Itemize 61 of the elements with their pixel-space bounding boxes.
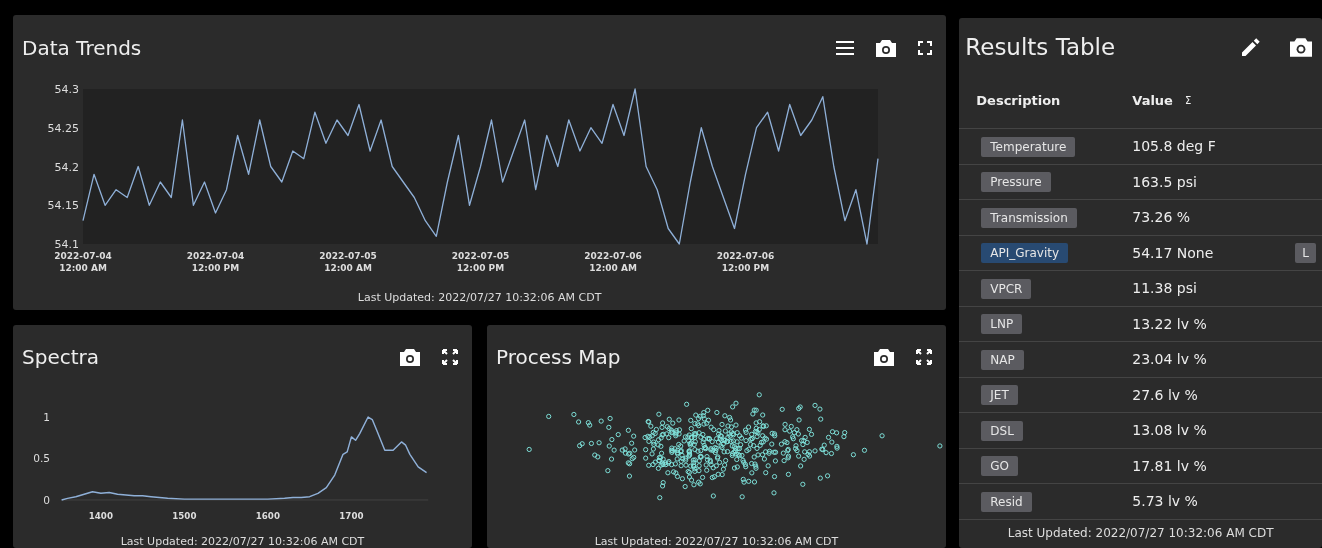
menu-icon[interactable] bbox=[836, 41, 855, 55]
x-tick-label: 2022-07-06 12:00 AM bbox=[584, 251, 642, 273]
description-tag[interactable]: GO bbox=[981, 456, 1019, 477]
panel-title: Data Trends bbox=[22, 36, 142, 60]
y-tick-label: 1 bbox=[43, 410, 51, 424]
y-tick-label: 0.5 bbox=[33, 452, 51, 466]
column-header[interactable]: Value bbox=[1132, 92, 1173, 108]
value-cell: 17.81 lv % bbox=[1132, 457, 1207, 474]
description-tag[interactable]: Pressure bbox=[981, 172, 1051, 193]
y-tick-label: 54.3 bbox=[54, 83, 79, 96]
y-tick-label: 54.15 bbox=[47, 199, 79, 213]
x-tick-label: 2022-07-05 12:00 AM bbox=[319, 251, 377, 273]
value-cell: 13.08 lv % bbox=[1132, 422, 1207, 439]
last-updated-text: Last Updated: 2022/07/27 10:32:06 AM CDT bbox=[593, 535, 840, 548]
last-updated-text: Last Updated: 2022/07/27 10:32:06 AM CDT bbox=[356, 291, 603, 304]
description-tag[interactable]: JET bbox=[981, 385, 1018, 406]
camera-icon[interactable] bbox=[400, 348, 420, 366]
sum-symbol[interactable]: Σ bbox=[1184, 94, 1192, 106]
value-cell: 13.22 lv % bbox=[1132, 315, 1207, 332]
value-cell: 105.8 deg F bbox=[1132, 138, 1216, 155]
description-tag[interactable]: DSL bbox=[981, 420, 1023, 441]
panel-title: Spectra bbox=[22, 345, 99, 370]
description-tag[interactable]: LNP bbox=[981, 314, 1023, 335]
description-tag[interactable]: NAP bbox=[981, 349, 1024, 370]
description-tag[interactable]: Resid bbox=[981, 491, 1032, 512]
limit-button[interactable]: L bbox=[1295, 242, 1316, 263]
fullscreen-icon[interactable] bbox=[918, 41, 933, 55]
x-tick-label: 2022-07-04 12:00 AM bbox=[54, 251, 112, 273]
y-tick-label: 54.25 bbox=[47, 121, 79, 135]
x-tick-label: 2022-07-05 12:00 PM bbox=[451, 251, 510, 273]
value-cell: 27.6 lv % bbox=[1132, 386, 1198, 403]
x-tick-label: 2022-07-06 12:00 PM bbox=[716, 251, 775, 273]
column-header[interactable]: Description bbox=[976, 92, 1061, 108]
x-tick-label: 1400 bbox=[88, 511, 113, 522]
camera-icon[interactable] bbox=[874, 348, 894, 366]
value-cell: 73.26 % bbox=[1132, 209, 1191, 226]
y-tick-label: 54.2 bbox=[54, 160, 79, 174]
value-cell: 23.04 lv % bbox=[1132, 351, 1207, 368]
camera-icon[interactable] bbox=[1290, 37, 1312, 57]
last-updated-text: Last Updated: 2022/07/27 10:32:06 AM CDT bbox=[1006, 524, 1275, 540]
x-tick-label: 2022-07-04 12:00 PM bbox=[186, 251, 245, 273]
expand-icon[interactable] bbox=[916, 349, 932, 366]
last-updated-text: Last Updated: 2022/07/27 10:32:06 AM CDT bbox=[119, 535, 366, 548]
x-tick-label: 1700 bbox=[339, 511, 364, 522]
description-tag[interactable]: VPCR bbox=[981, 278, 1032, 299]
description-tag[interactable]: API_Gravity bbox=[981, 243, 1069, 264]
expand-icon[interactable] bbox=[442, 349, 458, 366]
value-cell: 163.5 psi bbox=[1132, 173, 1197, 190]
y-tick-label: 0 bbox=[43, 493, 51, 507]
description-tag[interactable]: Transmission bbox=[981, 207, 1077, 228]
value-cell: 5.73 lv % bbox=[1132, 493, 1198, 510]
value-cell: 11.38 psi bbox=[1132, 280, 1197, 297]
x-tick-label: 1500 bbox=[172, 511, 197, 522]
panel-title: Results Table bbox=[965, 34, 1116, 60]
panel-title: Process Map bbox=[496, 345, 621, 370]
pencil-icon[interactable] bbox=[1242, 38, 1260, 56]
description-tag[interactable]: Temperature bbox=[981, 136, 1076, 157]
y-tick-label: 54.1 bbox=[54, 238, 79, 251]
x-tick-label: 1600 bbox=[255, 511, 280, 522]
camera-icon[interactable] bbox=[876, 39, 897, 57]
value-cell: 54.17 None bbox=[1132, 244, 1214, 261]
